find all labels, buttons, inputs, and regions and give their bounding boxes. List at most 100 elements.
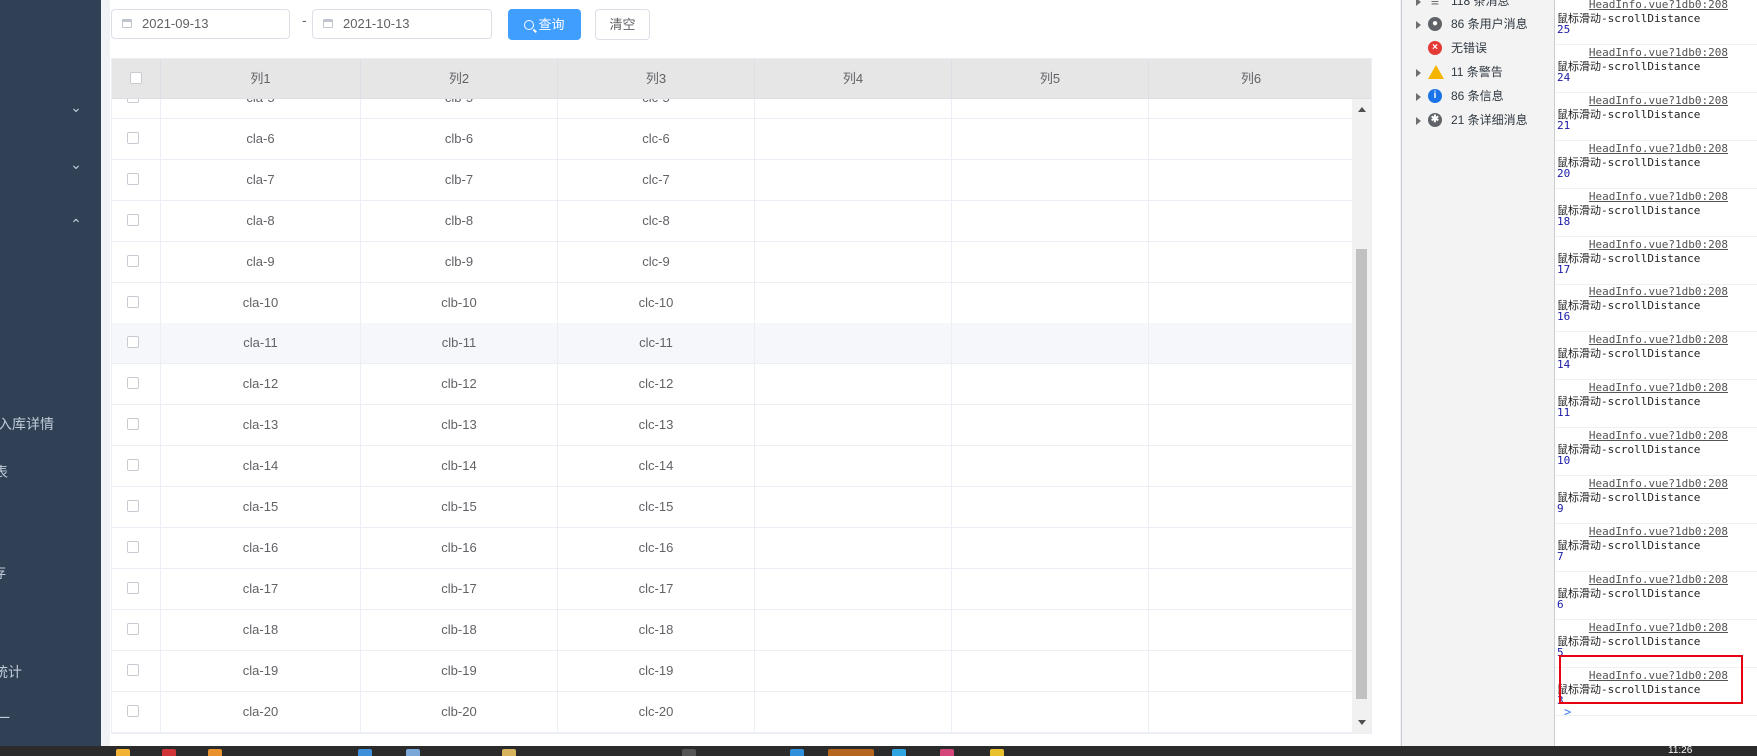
scroll-thumb[interactable] [1356, 249, 1367, 699]
app-icon[interactable] [208, 749, 222, 756]
sidebar-item-label[interactable]: 存 [0, 563, 6, 583]
column-header[interactable]: 列1 [161, 59, 361, 98]
scroll-down-arrow-icon[interactable] [1358, 720, 1366, 725]
table-cell [755, 99, 952, 118]
table-row[interactable]: cla-11 clb-11 clc-11 [112, 323, 1352, 365]
table-row[interactable]: cla-5clb-5clc-5 [112, 99, 1352, 119]
clear-button[interactable]: 清空 [595, 9, 650, 40]
expand-triangle-icon[interactable] [1416, 21, 1421, 29]
table-cell: clc-17 [558, 568, 755, 609]
log-message: 鼠标滑动-scrollDistance [1557, 107, 1701, 121]
row-checkbox[interactable] [127, 377, 139, 390]
app-icon[interactable] [790, 749, 804, 756]
sidebar-item-label[interactable]: 表 [0, 462, 8, 482]
chevron-down-icon[interactable]: ⌄ [70, 100, 82, 114]
table-cell [755, 118, 952, 159]
table-row[interactable]: cla-20 clb-20 clc-20 [112, 691, 1352, 733]
row-checkbox[interactable] [127, 99, 139, 103]
select-all-checkbox[interactable] [130, 72, 142, 84]
end-date-input[interactable]: 2021-10-13 [312, 9, 492, 39]
table-row[interactable]: cla-17 clb-17 clc-17 [112, 568, 1352, 610]
main-area: 2021-09-13 - 2021-10-13 查询 清空 列1 列2 列3 列4 列5… [101, 0, 1507, 746]
log-value: 14 [1557, 358, 1571, 372]
table-row[interactable]: cla-10 clb-10 clc-10 [112, 282, 1352, 324]
table-scrollbar[interactable] [1352, 99, 1371, 733]
scroll-up-arrow-icon[interactable] [1358, 107, 1366, 112]
console-filter-label: 118 条消息 [1451, 0, 1510, 8]
console-filter-item[interactable]: ● 86 条用户消息 [1402, 13, 1554, 35]
start-date-input[interactable]: 2021-09-13 [111, 9, 290, 39]
app-icon[interactable] [358, 749, 372, 756]
table-row[interactable]: cla-15 clb-15 clc-15 [112, 487, 1352, 528]
table-cell: clb-6 [361, 118, 558, 159]
query-button[interactable]: 查询 [508, 9, 581, 40]
row-checkbox[interactable] [127, 172, 139, 185]
table-row[interactable]: cla-19 clb-19 clc-19 [112, 650, 1352, 692]
console-log-entry: HeadInfo.vue?1db0:208 鼠标滑动-scrollDistance… [1555, 476, 1757, 524]
row-checkbox[interactable] [127, 418, 139, 431]
table-row[interactable]: cla-13 clb-13 clc-13 [112, 405, 1352, 447]
expand-triangle-icon[interactable] [1416, 117, 1421, 125]
console-filter-item[interactable]: × 无错误 [1402, 37, 1554, 59]
table-row[interactable]: cla-18 clb-18 clc-18 [112, 609, 1352, 651]
row-checkbox[interactable] [127, 459, 139, 472]
app-icon[interactable] [116, 749, 130, 756]
console-filter-item[interactable]: 11 条警告 [1402, 61, 1554, 83]
column-header[interactable]: 列6 [1149, 59, 1353, 98]
table-cell: clc-11 [558, 323, 755, 364]
app-icon[interactable] [502, 749, 516, 756]
row-checkbox[interactable] [127, 131, 139, 144]
row-checkbox[interactable] [127, 500, 139, 512]
app-icon[interactable] [892, 749, 906, 756]
console-filter-item[interactable]: ✱ 21 条详细消息 [1402, 109, 1554, 131]
sidebar-item-label[interactable]: 入库详情 [0, 414, 54, 434]
row-checkbox[interactable] [127, 622, 139, 635]
table-row[interactable]: cla-12 clb-12 clc-12 [112, 364, 1352, 406]
chevron-up-icon[interactable]: ⌃ [70, 217, 82, 231]
sidebar-item-label[interactable]: 一 [0, 708, 10, 728]
column-header[interactable]: 列3 [558, 59, 755, 98]
app-icon[interactable] [162, 749, 176, 756]
console-filter-item[interactable]: ≡ 118 条消息 [1402, 0, 1554, 12]
expand-triangle-icon[interactable] [1416, 0, 1421, 6]
console-filter-item[interactable]: i 86 条信息 [1402, 85, 1554, 107]
row-checkbox[interactable] [127, 540, 139, 553]
table-row[interactable]: cla-9 clb-9 clc-9 [112, 241, 1352, 283]
row-checkbox[interactable] [127, 254, 139, 267]
row-checkbox[interactable] [127, 213, 139, 226]
sidebar-item-label[interactable]: 统计 [0, 662, 22, 682]
app-icon[interactable] [940, 749, 954, 756]
app-icon[interactable] [828, 749, 874, 756]
column-header[interactable]: 列4 [755, 59, 952, 98]
column-header[interactable]: 列5 [952, 59, 1149, 98]
app-icon[interactable] [682, 749, 696, 756]
app-icon[interactable] [990, 749, 1004, 756]
row-checkbox[interactable] [127, 336, 139, 349]
row-checkbox[interactable] [127, 663, 139, 676]
row-checkbox[interactable] [127, 704, 139, 717]
table-cell [755, 568, 952, 609]
table-cell [755, 609, 952, 650]
log-message: 鼠标滑动-scrollDistance [1557, 443, 1701, 457]
table-row[interactable]: cla-16 clb-16 clc-16 [112, 527, 1352, 569]
log-message: 鼠标滑动-scrollDistance [1557, 395, 1701, 409]
info-icon: i [1428, 89, 1442, 103]
table-cell [1149, 610, 1352, 650]
table-row[interactable]: cla-6 clb-6 clc-6 [112, 118, 1352, 160]
expand-triangle-icon[interactable] [1416, 69, 1421, 77]
console-prompt[interactable]: > [1564, 705, 1571, 719]
table-row[interactable]: cla-8 clb-8 clc-8 [112, 200, 1352, 242]
row-checkbox[interactable] [127, 581, 139, 594]
table-cell [755, 487, 952, 527]
table-row[interactable]: cla-7 clb-7 clc-7 [112, 159, 1352, 201]
row-checkbox[interactable] [127, 295, 139, 308]
console-log-entry: HeadInfo.vue?1db0:208 鼠标滑动-scrollDistance… [1555, 524, 1757, 572]
table-row[interactable]: cla-14 clb-14 clc-14 [112, 446, 1352, 488]
expand-triangle-icon[interactable] [1416, 93, 1421, 101]
app-icon[interactable] [406, 749, 420, 756]
table-body: cla-5clb-5clc-5cla-6clb-6clc-6cla-7clb-7… [112, 99, 1352, 733]
table-cell [755, 282, 952, 323]
table-cell [1149, 323, 1352, 363]
chevron-down-icon[interactable]: ⌄ [70, 157, 82, 171]
column-header[interactable]: 列2 [361, 59, 558, 98]
